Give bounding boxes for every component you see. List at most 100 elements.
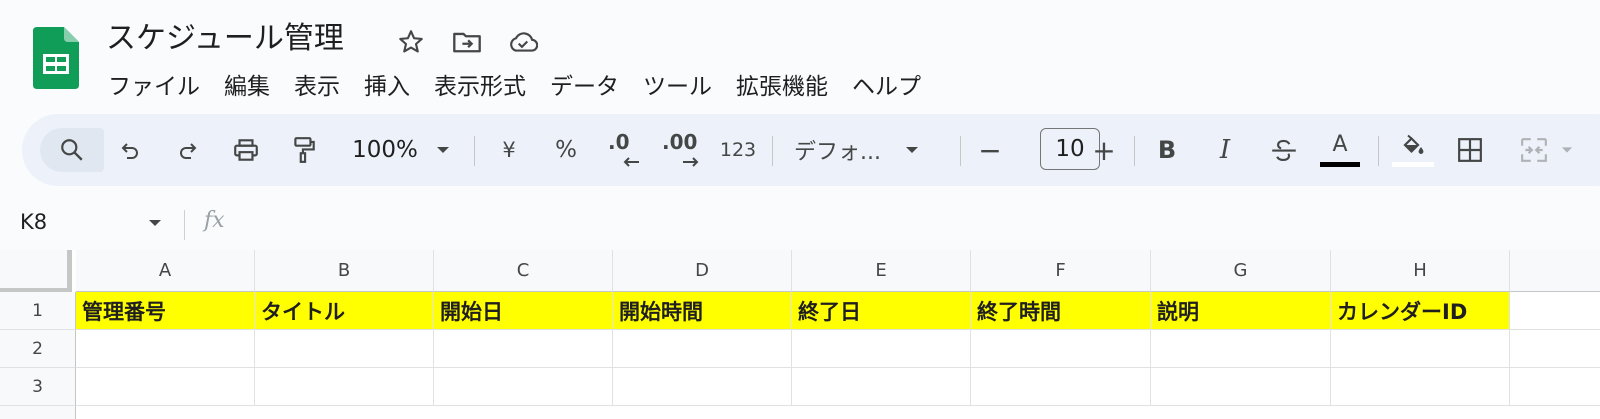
text-color-swatch bbox=[1320, 161, 1360, 167]
cell-a2[interactable] bbox=[76, 330, 255, 368]
column-header-f[interactable]: F bbox=[971, 250, 1151, 292]
cell-d1[interactable]: 開始時間 bbox=[613, 292, 792, 330]
currency-format-button[interactable]: ¥ bbox=[492, 128, 526, 172]
menu-edit[interactable]: 編集 bbox=[212, 67, 282, 101]
percent-format-button[interactable]: % bbox=[548, 128, 584, 172]
cell-a3[interactable] bbox=[76, 368, 255, 406]
sheets-logo[interactable] bbox=[33, 27, 79, 89]
redo-button[interactable] bbox=[168, 128, 208, 172]
zoom-value: 100% bbox=[352, 137, 418, 163]
undo-button[interactable] bbox=[110, 128, 150, 172]
font-family-select[interactable]: デフォ... bbox=[794, 128, 942, 172]
borders-icon bbox=[1458, 138, 1482, 162]
paint-format-button[interactable] bbox=[284, 128, 324, 172]
cell-c3[interactable] bbox=[434, 368, 613, 406]
toolbar-divider bbox=[772, 136, 773, 166]
column-header-e[interactable]: E bbox=[792, 250, 971, 292]
print-button[interactable] bbox=[226, 128, 266, 172]
cell-f2[interactable] bbox=[971, 330, 1151, 368]
cell-b1[interactable]: タイトル bbox=[255, 292, 434, 330]
star-icon[interactable] bbox=[396, 27, 426, 57]
cell-g1[interactable]: 説明 bbox=[1151, 292, 1331, 330]
bold-button[interactable]: B bbox=[1148, 128, 1186, 172]
paint-format-icon bbox=[294, 137, 315, 163]
cell-d3[interactable] bbox=[613, 368, 792, 406]
cell-f3[interactable] bbox=[971, 368, 1151, 406]
cell-h3[interactable] bbox=[1331, 368, 1510, 406]
title-actions bbox=[396, 27, 538, 57]
formula-input[interactable] bbox=[240, 204, 1600, 244]
menu-file[interactable]: ファイル bbox=[96, 67, 212, 101]
merge-cells-button[interactable] bbox=[1514, 128, 1554, 172]
name-box[interactable]: K8 bbox=[0, 200, 180, 248]
cloud-saved-icon[interactable] bbox=[508, 27, 538, 57]
row-header-2[interactable]: 2 bbox=[0, 330, 76, 368]
search-menus-button[interactable] bbox=[40, 128, 104, 172]
toolbar: 100% ¥ % .0 .00 123 デフォ... − 10 + B I A bbox=[22, 114, 1600, 186]
redo-icon bbox=[180, 143, 197, 159]
cell-c1[interactable]: 開始日 bbox=[434, 292, 613, 330]
toolbar-divider bbox=[474, 136, 475, 166]
cell-f1[interactable]: 終了時間 bbox=[971, 292, 1151, 330]
merge-cells-icon bbox=[1521, 138, 1547, 162]
toolbar-divider bbox=[1378, 136, 1379, 166]
menu-insert[interactable]: 挿入 bbox=[352, 67, 422, 101]
column-header-b[interactable]: B bbox=[255, 250, 434, 292]
cell-h1[interactable]: カレンダーID bbox=[1331, 292, 1510, 330]
menu-bar: ファイル 編集 表示 挿入 表示形式 データ ツール 拡張機能 ヘルプ bbox=[96, 66, 933, 102]
increase-decimal-label: .00 bbox=[662, 130, 698, 154]
arrow-right-icon bbox=[683, 157, 699, 167]
borders-button[interactable] bbox=[1450, 128, 1490, 172]
column-header-h[interactable]: H bbox=[1331, 250, 1510, 292]
cell-e1[interactable]: 終了日 bbox=[792, 292, 971, 330]
cell-e2[interactable] bbox=[792, 330, 971, 368]
menu-help[interactable]: ヘルプ bbox=[840, 67, 933, 101]
undo-icon bbox=[121, 143, 138, 159]
menu-view[interactable]: 表示 bbox=[282, 67, 352, 101]
column-header-g[interactable]: G bbox=[1151, 250, 1331, 292]
column-header-a[interactable]: A bbox=[76, 250, 255, 292]
increase-decimal-button[interactable]: .00 bbox=[658, 128, 706, 172]
cell-c2[interactable] bbox=[434, 330, 613, 368]
document-title[interactable]: スケジュール管理 bbox=[106, 20, 344, 58]
search-icon bbox=[61, 139, 83, 161]
cell-h2[interactable] bbox=[1331, 330, 1510, 368]
cell-b3[interactable] bbox=[255, 368, 434, 406]
cell-g3[interactable] bbox=[1151, 368, 1331, 406]
menu-extensions[interactable]: 拡張機能 bbox=[724, 67, 840, 101]
fill-color-swatch bbox=[1392, 161, 1434, 167]
cell-i1[interactable] bbox=[1510, 292, 1600, 330]
menu-tools[interactable]: ツール bbox=[631, 67, 724, 101]
text-color-button[interactable]: A bbox=[1318, 128, 1362, 172]
chevron-down-icon bbox=[149, 220, 161, 226]
more-formats-button[interactable]: 123 bbox=[716, 128, 760, 172]
cell-i3[interactable] bbox=[1510, 368, 1600, 406]
menu-data[interactable]: データ bbox=[538, 67, 631, 101]
italic-button[interactable]: I bbox=[1206, 128, 1244, 172]
cell-b2[interactable] bbox=[255, 330, 434, 368]
row-header-4[interactable] bbox=[0, 406, 76, 419]
cell-d2[interactable] bbox=[613, 330, 792, 368]
merge-options-dropdown[interactable] bbox=[1560, 128, 1574, 172]
menu-format[interactable]: 表示形式 bbox=[422, 67, 538, 101]
font-family-value: デフォ... bbox=[794, 140, 881, 165]
fill-color-button[interactable] bbox=[1390, 128, 1436, 172]
select-all-corner[interactable] bbox=[0, 250, 72, 292]
increase-font-size-button[interactable]: + bbox=[1086, 128, 1122, 172]
chevron-down-icon bbox=[905, 147, 918, 153]
row-header-3[interactable]: 3 bbox=[0, 368, 76, 406]
cell-e3[interactable] bbox=[792, 368, 971, 406]
strikethrough-button[interactable] bbox=[1264, 128, 1304, 172]
zoom-select[interactable]: 100% bbox=[340, 128, 462, 172]
column-header-i[interactable] bbox=[1510, 250, 1600, 292]
paint-bucket-icon bbox=[1403, 134, 1424, 154]
column-header-c[interactable]: C bbox=[434, 250, 613, 292]
decrease-font-size-button[interactable]: − bbox=[972, 128, 1008, 172]
cell-a1[interactable]: 管理番号 bbox=[76, 292, 255, 330]
decrease-decimal-button[interactable]: .0 bbox=[604, 128, 644, 172]
row-header-1[interactable]: 1 bbox=[0, 292, 76, 330]
move-to-folder-icon[interactable] bbox=[452, 27, 482, 57]
column-header-d[interactable]: D bbox=[613, 250, 792, 292]
cell-g2[interactable] bbox=[1151, 330, 1331, 368]
cell-i2[interactable] bbox=[1510, 330, 1600, 368]
